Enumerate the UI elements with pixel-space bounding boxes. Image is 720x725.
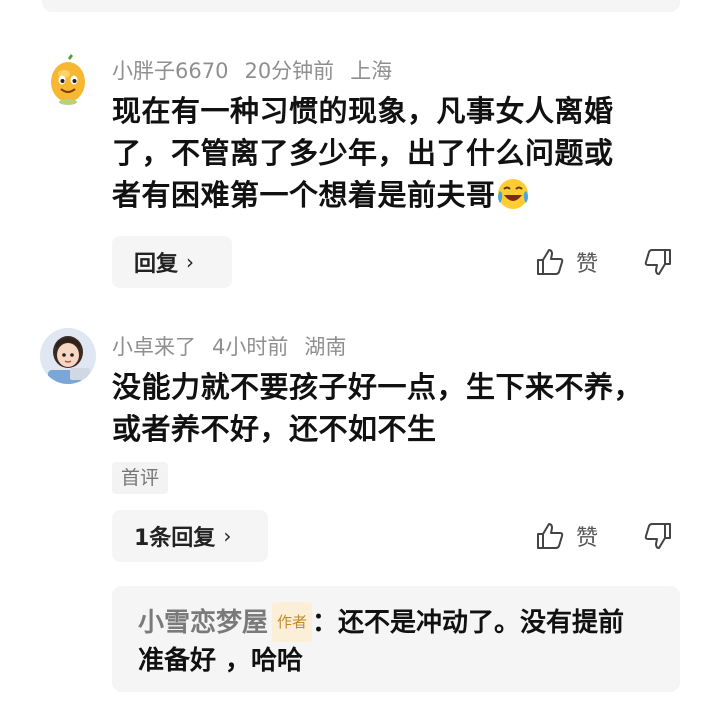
username[interactable]: 小卓来了	[112, 335, 196, 359]
thumbs-down-icon	[644, 523, 671, 549]
thumbs-up-icon	[537, 523, 564, 549]
chevron-right-icon: ›	[186, 250, 195, 274]
comment-text-line: 没能力就不要孩子好一点，生下来不养，	[112, 370, 644, 404]
reply-text-part: 准备好 ，哈哈	[138, 646, 304, 676]
chevron-right-icon: ›	[223, 524, 232, 548]
avatar[interactable]	[40, 328, 96, 384]
comment-text-line: 现在有一种习惯的现象，凡事女人离婚	[112, 94, 614, 128]
first-comment-badge: 首评	[112, 462, 169, 494]
timestamp: 4小时前	[212, 335, 289, 359]
reply-button[interactable]: 回复 ›	[112, 236, 232, 288]
like-button[interactable]: 赞	[534, 246, 598, 278]
location: 上海	[350, 59, 393, 83]
view-replies-button[interactable]: 1条回复 ›	[112, 510, 268, 562]
laughing-crying-emoji-icon	[496, 177, 530, 222]
dislike-button[interactable]	[642, 246, 674, 282]
reply-preview[interactable]: 小雪恋梦屋 作者 ：还不是冲动了。没有提前准备好 ，哈哈	[112, 586, 680, 692]
comment-meta: 小胖子6670 20分钟前 上海	[112, 55, 408, 85]
reply-text-part: 还不是冲动了。没有提前	[338, 608, 625, 638]
comment-text: 没能力就不要孩子好一点，生下来不养， 或者养不好，还不如不生	[112, 366, 692, 450]
timestamp: 20分钟前	[244, 59, 335, 83]
location: 湖南	[304, 335, 347, 359]
reply-separator: ：	[312, 608, 339, 638]
reply-author[interactable]: 小雪恋梦屋	[138, 608, 268, 638]
thumbs-down-icon	[644, 249, 671, 275]
comment-meta: 小卓来了 4小时前 湖南	[112, 331, 362, 361]
author-badge: 作者	[272, 602, 313, 642]
comment-text-line: 者有困难第一个想着是前夫哥	[112, 174, 672, 222]
dislike-button[interactable]	[642, 520, 674, 556]
username[interactable]: 小胖子6670	[112, 59, 228, 83]
previous-card-bottom	[42, 0, 680, 12]
like-button[interactable]: 赞	[534, 520, 598, 552]
comment-text-line: 或者养不好，还不如不生	[112, 412, 437, 446]
girl-avatar-icon	[40, 328, 96, 384]
comment-text: 现在有一种习惯的现象，凡事女人离婚 了，不管离了多少年，出了什么问题或 者有困难…	[112, 90, 672, 222]
reply-preview-text: 小雪恋梦屋 作者 ：还不是冲动了。没有提前准备好 ，哈哈	[138, 602, 668, 680]
mango-avatar-icon	[40, 52, 96, 108]
avatar[interactable]	[40, 52, 96, 108]
comment-text-line: 了，不管离了多少年，出了什么问题或	[112, 136, 614, 170]
thumbs-up-icon	[537, 249, 564, 275]
